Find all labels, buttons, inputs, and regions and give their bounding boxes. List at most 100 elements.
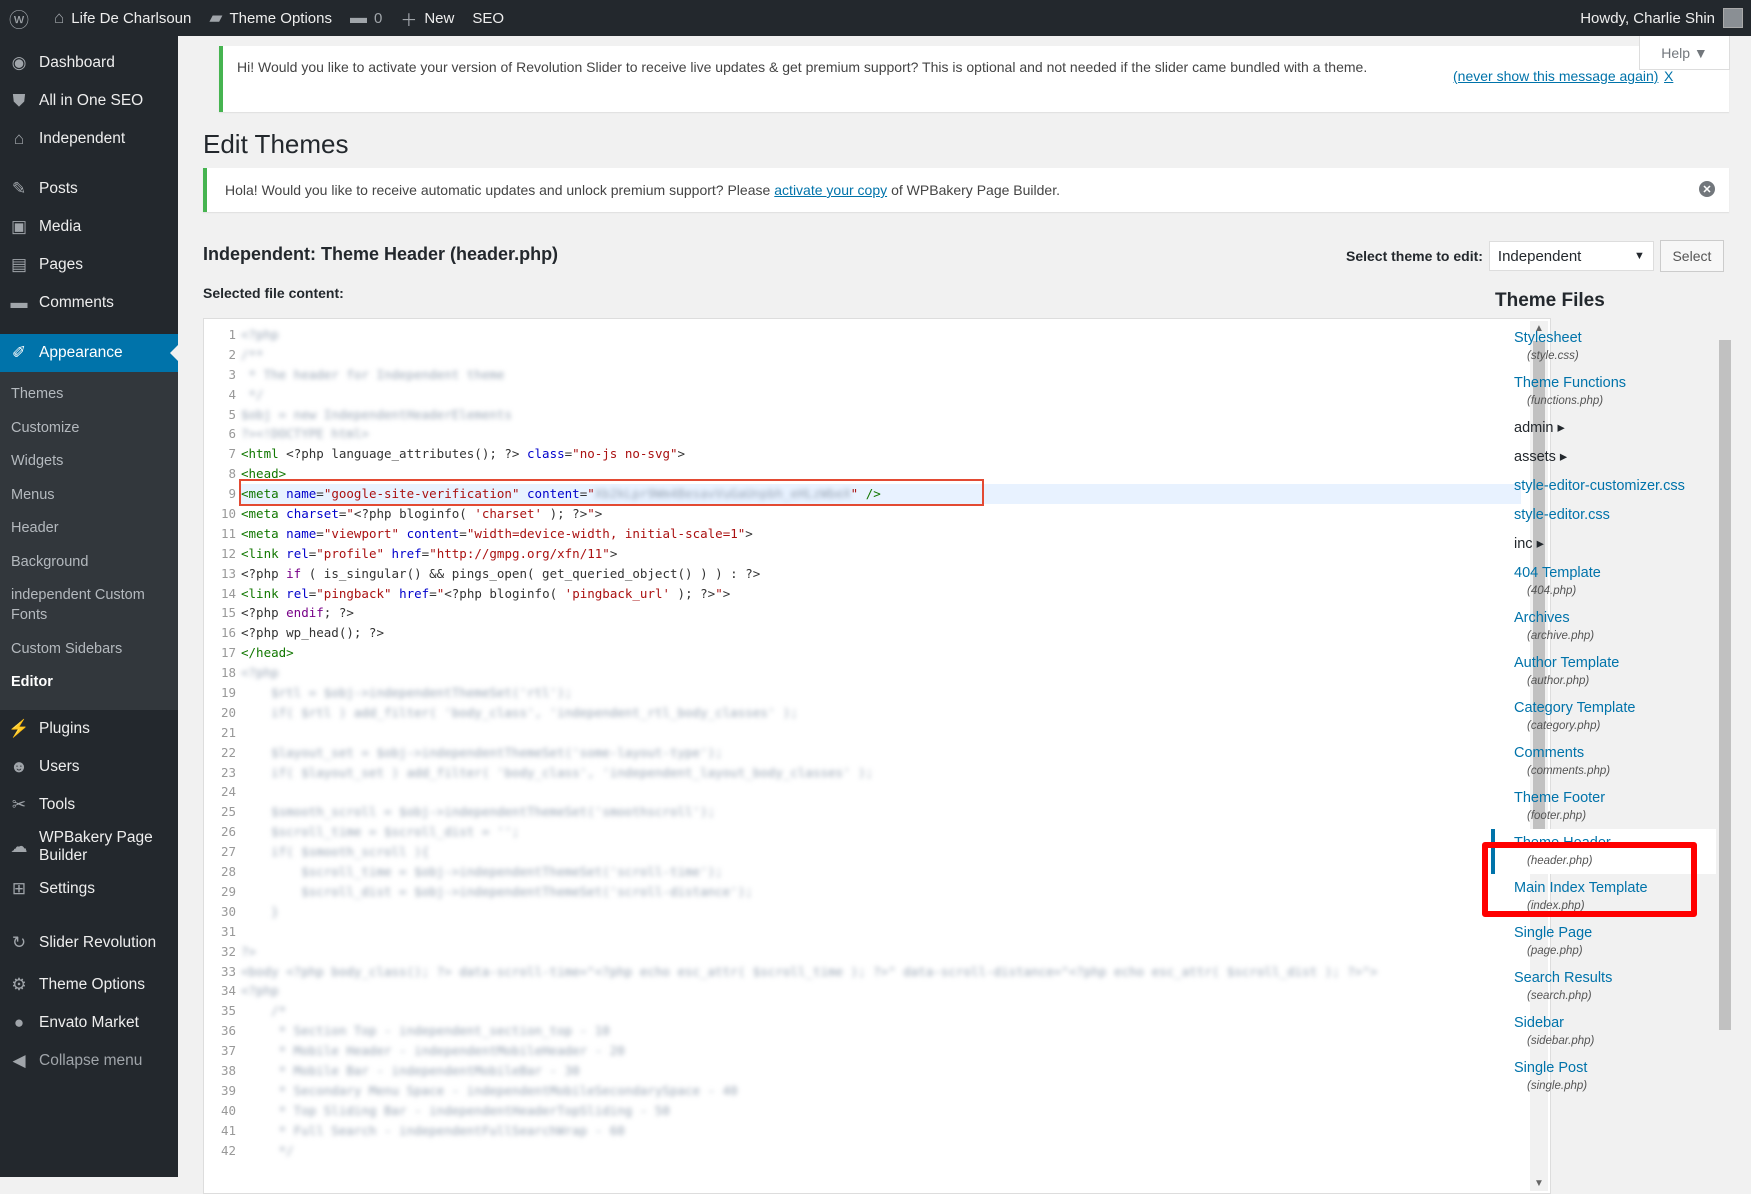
menu-collapse-menu[interactable]: ◀ Collapse menu	[0, 1042, 178, 1080]
submenu-header[interactable]: Header	[0, 512, 178, 546]
menu-media[interactable]: ▣ Media	[0, 208, 178, 246]
code-line[interactable]: <?php if ( is_singular() && pings_open( …	[241, 564, 1521, 584]
code-line[interactable]: <meta charset="<?php bloginfo( 'charset'…	[241, 504, 1521, 524]
never-show-link[interactable]: (never show this message again)	[1453, 66, 1658, 87]
menu-slider-revolution[interactable]: ↻ Slider Revolution	[0, 920, 178, 966]
submenu-menus[interactable]: Menus	[0, 479, 178, 513]
seo-link[interactable]: SEO	[463, 0, 513, 36]
theme-file-archives[interactable]: Archives (archive.php)	[1491, 604, 1734, 649]
menu-settings[interactable]: ⊞ Settings	[0, 870, 178, 908]
menu-theme-options[interactable]: ⚙ Theme Options	[0, 966, 178, 1004]
files-scroll-thumb[interactable]	[1719, 340, 1731, 1030]
code-line[interactable]: $obj = new IndependentHeaderElements	[241, 405, 1521, 425]
theme-file-sidebar[interactable]: Sidebar (sidebar.php)	[1491, 1009, 1734, 1054]
code-line[interactable]: if( $rtl ) add_filter( 'body_class', 'in…	[241, 703, 1521, 723]
menu-envato-market[interactable]: ● Envato Market	[0, 1004, 178, 1042]
theme-file-theme-footer[interactable]: Theme Footer (footer.php)	[1491, 784, 1734, 829]
code-line[interactable]: <link rel="profile" href="http://gmpg.or…	[241, 544, 1521, 564]
code-area[interactable]: <?php/** * The header for Independent th…	[241, 325, 1521, 1160]
menu-posts[interactable]: ✎ Posts	[0, 170, 178, 208]
code-line[interactable]	[241, 922, 1521, 942]
code-line[interactable]: <?php endif; ?>	[241, 603, 1521, 623]
code-line[interactable]: * Top Sliding Bar - independentHeaderTop…	[241, 1101, 1521, 1121]
code-line[interactable]: */	[241, 385, 1521, 405]
code-line[interactable]: /*	[241, 1001, 1521, 1021]
theme-file-theme-functions[interactable]: Theme Functions (functions.php)	[1491, 369, 1734, 414]
code-editor[interactable]: 1 2 3 4 5 6 7 8 9 10 11 12 13 14 15 16 17 18 19 20 21 22 23 24 2…	[203, 318, 1551, 1194]
submenu-themes[interactable]: Themes	[0, 378, 178, 412]
code-line[interactable]: $scroll_time = $scroll_dist = '';	[241, 822, 1521, 842]
code-line[interactable]: <?php	[241, 663, 1521, 683]
code-line[interactable]: * The header for Independent theme	[241, 365, 1521, 385]
theme-file-404-template[interactable]: 404 Template (404.php)	[1491, 559, 1734, 604]
code-line[interactable]: */	[241, 1141, 1521, 1161]
my-account-link[interactable]: Howdy, Charlie Shin	[1580, 0, 1743, 36]
menu-all-in-one-seo[interactable]: ⛊ All in One SEO	[0, 82, 178, 120]
select-button[interactable]: Select	[1659, 240, 1724, 272]
menu-appearance[interactable]: ✐ Appearance	[0, 334, 178, 372]
code-line[interactable]: $smooth_scroll = $obj->independentThemeS…	[241, 802, 1521, 822]
code-line[interactable]	[241, 782, 1521, 802]
code-line[interactable]: }	[241, 902, 1521, 922]
files-scrollbar[interactable]	[1716, 318, 1734, 1194]
code-line[interactable]: $scroll_dist = $obj->independentThemeSet…	[241, 882, 1521, 902]
code-line[interactable]: if( $layout_set ) add_filter( 'body_clas…	[241, 763, 1521, 783]
menu-dashboard[interactable]: ◉ Dashboard	[0, 44, 178, 82]
theme-select[interactable]: Independent ▼	[1488, 241, 1654, 271]
dismiss-icon[interactable]: ✕	[1699, 181, 1715, 197]
theme-file-category-template[interactable]: Category Template (category.php)	[1491, 694, 1734, 739]
code-line[interactable]: <meta name="viewport" content="width=dev…	[241, 524, 1521, 544]
submenu-editor[interactable]: Editor	[0, 666, 178, 700]
menu-tools[interactable]: ✂ Tools	[0, 786, 178, 824]
theme-file-author-template[interactable]: Author Template (author.php)	[1491, 649, 1734, 694]
theme-file-single-post[interactable]: Single Post (single.php)	[1491, 1054, 1734, 1099]
code-line[interactable]: * Mobile Bar - independentMobileBar - 30	[241, 1061, 1521, 1081]
menu-pages[interactable]: ▤ Pages	[0, 246, 178, 284]
code-line[interactable]: <body <?php body_class(); ?> data-scroll…	[241, 962, 1521, 982]
code-line[interactable]: <?php wp_head(); ?>	[241, 623, 1521, 643]
comments-link[interactable]: ▬ 0	[341, 0, 391, 36]
code-line[interactable]: * Secondary Menu Space - independentMobi…	[241, 1081, 1521, 1101]
menu-comments[interactable]: ▬ Comments	[0, 284, 178, 322]
new-content-link[interactable]: ＋ New	[391, 0, 463, 36]
code-line[interactable]: * Full Search - independentFullSearchWra…	[241, 1121, 1521, 1141]
menu-users[interactable]: ☻ Users	[0, 748, 178, 786]
activate-copy-link[interactable]: activate your copy	[774, 182, 887, 198]
site-name-link[interactable]: ⌂ Life De Charlsoun	[45, 0, 200, 36]
code-line[interactable]: * Mobile Header - independentMobileHeade…	[241, 1041, 1521, 1061]
submenu-custom-sidebars[interactable]: Custom Sidebars	[0, 633, 178, 667]
code-line[interactable]: <link rel="pingback" href="<?php bloginf…	[241, 584, 1521, 604]
code-line[interactable]: * Section Top - independent_section_top …	[241, 1021, 1521, 1041]
code-line[interactable]: <html <?php language_attributes(); ?> cl…	[241, 444, 1521, 464]
code-line[interactable]: /**	[241, 345, 1521, 365]
submenu-background[interactable]: Background	[0, 546, 178, 580]
theme-file-comments[interactable]: Comments (comments.php)	[1491, 739, 1734, 784]
wordpress-logo-icon[interactable]: ⓦ	[0, 0, 45, 36]
theme-file-search-results[interactable]: Search Results (search.php)	[1491, 964, 1734, 1009]
code-line[interactable]: if( $smooth_scroll ){	[241, 842, 1521, 862]
submenu-independent-custom-fonts[interactable]: independent Custom Fonts	[0, 579, 150, 632]
theme-file-single-page[interactable]: Single Page (page.php)	[1491, 919, 1734, 964]
code-line[interactable]: <?php	[241, 325, 1521, 345]
code-line[interactable]: $layout_set = $obj->independentThemeSet(…	[241, 743, 1521, 763]
code-line[interactable]: ?>	[241, 942, 1521, 962]
code-line[interactable]: $scroll_time = $obj->independentThemeSet…	[241, 862, 1521, 882]
theme-file-assets[interactable]: assets ▸	[1491, 443, 1734, 472]
theme-file-style-editor-customizer-css[interactable]: style-editor-customizer.css	[1491, 472, 1734, 501]
menu-independent[interactable]: ⌂ Independent	[0, 120, 178, 158]
theme-file-inc[interactable]: inc ▸	[1491, 530, 1734, 559]
theme-file-stylesheet[interactable]: Stylesheet (style.css)	[1491, 324, 1734, 369]
theme-file-style-editor-css[interactable]: style-editor.css	[1491, 501, 1734, 530]
submenu-customize[interactable]: Customize	[0, 412, 178, 446]
code-line[interactable]: ?><!DOCTYPE html>	[241, 424, 1521, 444]
theme-options-link[interactable]: ▰ Theme Options	[200, 0, 341, 36]
menu-wpbakery-page-builder[interactable]: ☁ WPBakery Page Builder	[0, 824, 178, 870]
theme-file-admin[interactable]: admin ▸	[1491, 414, 1734, 443]
code-line[interactable]	[241, 723, 1521, 743]
help-tab-button[interactable]: Help ▼	[1639, 36, 1730, 70]
code-line[interactable]: </head>	[241, 643, 1521, 663]
submenu-widgets[interactable]: Widgets	[0, 445, 178, 479]
code-line[interactable]: $rtl = $obj->independentThemeSet('rtl');	[241, 683, 1521, 703]
code-line[interactable]: <?php	[241, 981, 1521, 1001]
menu-plugins[interactable]: ⚡ Plugins	[0, 710, 178, 748]
